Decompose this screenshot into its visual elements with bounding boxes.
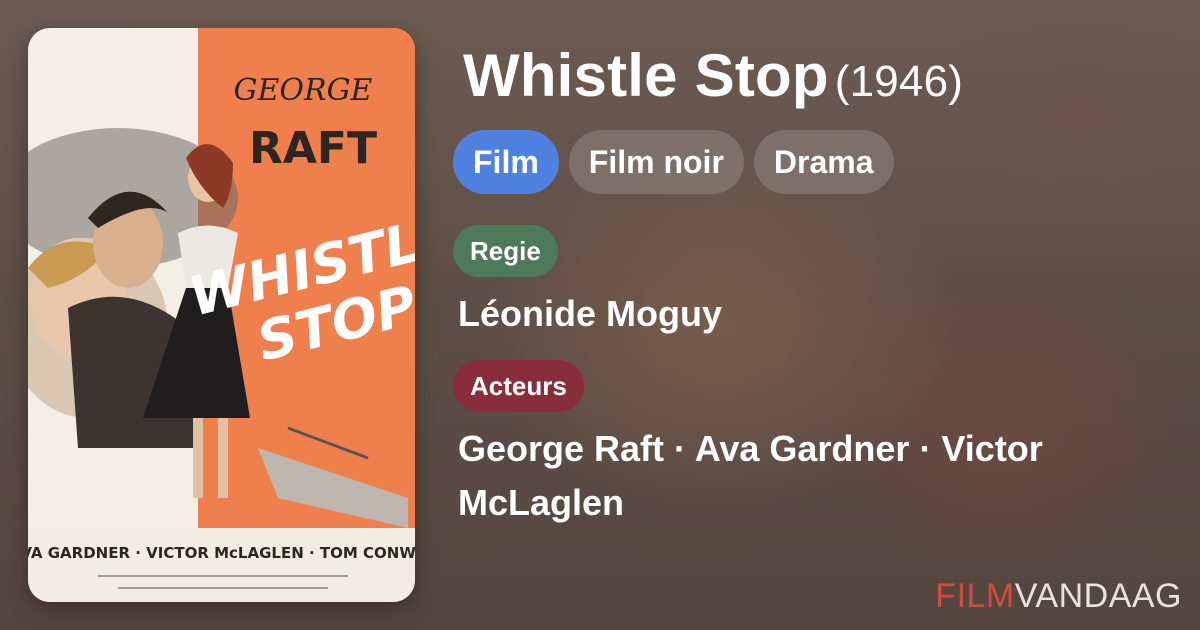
director-label: Regie bbox=[453, 225, 558, 277]
director-name: Léonide Moguy bbox=[458, 293, 722, 334]
brand-logo: FILMVANDAAG bbox=[935, 577, 1182, 616]
poster-top-line: GEORGE bbox=[234, 73, 373, 108]
genre-pill-drama[interactable]: Drama bbox=[753, 130, 894, 194]
cast-label: Acteurs bbox=[453, 360, 584, 412]
genre-pill-film-noir[interactable]: Film noir bbox=[568, 130, 744, 194]
movie-poster: GEORGE RAFT WHISTLE STOP AVA GARDNER · V… bbox=[28, 28, 415, 602]
brand-logo-part1: FILM bbox=[935, 577, 1015, 615]
poster-artwork: GEORGE RAFT WHISTLE STOP AVA GARDNER · V… bbox=[28, 28, 415, 602]
movie-title-heading: Whistle Stop (1946) bbox=[463, 42, 963, 116]
genre-list: Film Film noir Drama bbox=[453, 130, 894, 194]
genre-pill-film[interactable]: Film bbox=[453, 130, 559, 194]
cast-names: George Raft · Ava Gardner · Victor McLag… bbox=[458, 428, 1043, 523]
poster-star-name: RAFT bbox=[249, 123, 377, 174]
movie-title: Whistle Stop bbox=[463, 42, 829, 109]
brand-logo-part2: VANDAAG bbox=[1014, 577, 1182, 615]
movie-year: (1946) bbox=[834, 57, 964, 106]
poster-cast-line: AVA GARDNER · VICTOR McLAGLEN · TOM CONW… bbox=[28, 544, 415, 562]
